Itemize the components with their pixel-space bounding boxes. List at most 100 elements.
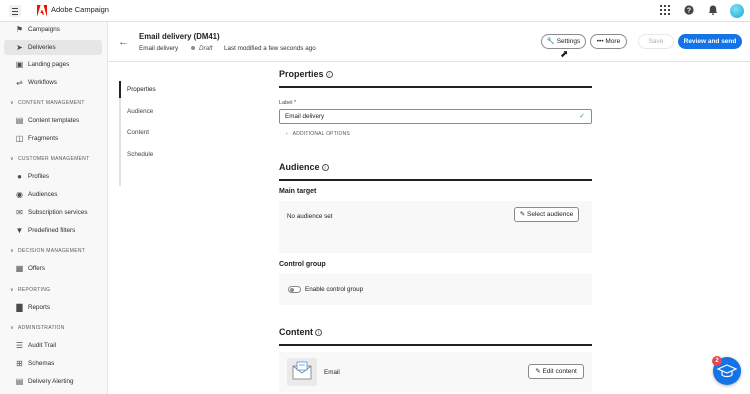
- notifications-icon[interactable]: [707, 5, 719, 17]
- control-group-heading: Control group: [279, 261, 326, 268]
- additional-options-toggle[interactable]: › ADDITIONAL OPTIONS: [286, 131, 350, 137]
- section-content-management[interactable]: ∨ CONTENT MANAGEMENT: [10, 99, 85, 107]
- email-envelope-icon: [287, 358, 317, 386]
- workflows-icon: ⇌: [16, 78, 23, 87]
- content-card: Email ✎ Edit content: [279, 352, 592, 392]
- campaigns-icon: ⚑: [15, 25, 24, 34]
- sidebar-item-workflows[interactable]: ⇌ Workflows: [4, 75, 102, 90]
- section-divider: [279, 179, 592, 181]
- step-navigation: Properties Audience Content Schedule: [119, 81, 179, 186]
- sidebar-item-offers[interactable]: ▦ Offers: [4, 261, 102, 276]
- control-group-toggle[interactable]: [288, 286, 301, 293]
- apps-grid-icon[interactable]: [659, 5, 671, 17]
- label-input[interactable]: Email delivery ✓: [279, 109, 592, 124]
- sidebar-item-predefined-filters[interactable]: ▼ Predefined filters: [4, 223, 102, 238]
- sidebar-item-label: Predefined filters: [28, 227, 76, 234]
- sidebar-item-audit-trail[interactable]: ☰ Audit Trail: [4, 338, 102, 353]
- schemas-icon: ⊞: [16, 359, 23, 368]
- back-arrow-icon[interactable]: ←: [118, 36, 129, 48]
- sidebar-item-profiles[interactable]: ● Profiles: [4, 169, 102, 184]
- settings-icon: 🔧: [546, 38, 555, 45]
- chevron-down-icon: ∨: [10, 248, 14, 254]
- section-reporting[interactable]: ∨ REPORTING: [10, 286, 50, 294]
- sidebar-item-label: Audiences: [28, 191, 58, 198]
- status-badge: Draft: [191, 45, 213, 52]
- last-modified: Last modified a few seconds ago: [224, 45, 316, 52]
- properties-title: Properties i: [279, 69, 333, 79]
- step-schedule[interactable]: Schedule: [127, 151, 153, 158]
- sidebar-item-label: Audit Trail: [28, 342, 56, 349]
- sidebar-item-label: Workflows: [28, 79, 57, 86]
- settings-button[interactable]: 🔧 Settings: [541, 34, 586, 49]
- help-icon[interactable]: ?: [683, 5, 695, 17]
- page-title: Email delivery (DM41): [139, 32, 220, 41]
- select-audience-icon: ✎: [519, 211, 526, 218]
- offers-icon: ▦: [15, 264, 24, 273]
- checkmark-icon: ✓: [579, 113, 585, 120]
- sidebar-item-deliveries[interactable]: ➤ Deliveries: [4, 40, 102, 55]
- sidebar-item-label: Delivery Alerting: [28, 378, 74, 385]
- chevron-down-icon: ∨: [10, 287, 14, 293]
- sidebar-item-label: Offers: [28, 265, 46, 272]
- sidebar-item-label: Fragments: [28, 135, 59, 142]
- save-button[interactable]: Save: [638, 34, 674, 49]
- sidebar-item-label: Campaigns: [28, 26, 60, 33]
- channel-label: Email: [324, 369, 340, 376]
- step-audience[interactable]: Audience: [127, 108, 153, 115]
- sidebar-item-audiences[interactable]: ◉ Audiences: [4, 187, 102, 202]
- sidebar-item-label: Subscription services: [28, 209, 88, 216]
- info-icon[interactable]: i: [315, 329, 322, 336]
- mouse-cursor-icon: ⬈: [560, 49, 569, 60]
- reports-icon: ▇: [16, 303, 23, 312]
- section-administration[interactable]: ∨ ADMINISTRATION: [10, 324, 65, 332]
- audience-title: Audience i: [279, 162, 329, 172]
- audit-trail-icon: ☰: [15, 341, 24, 350]
- sidebar-item-label: Reports: [28, 304, 51, 311]
- info-icon[interactable]: i: [321, 164, 329, 171]
- main-target-heading: Main target: [279, 188, 317, 195]
- main-target-card: No audience set ✎ Select audience: [279, 201, 592, 253]
- sidebar-item-fragments[interactable]: ◫ Fragments: [4, 131, 102, 146]
- avatar[interactable]: [730, 4, 744, 18]
- sidebar-item-campaigns[interactable]: ⚑ Campaigns: [4, 22, 102, 37]
- info-icon[interactable]: i: [325, 71, 333, 78]
- sidebar-item-content-templates[interactable]: ▤ Content templates: [4, 113, 102, 128]
- pencil-icon: ✎: [535, 368, 541, 375]
- app-name: Adobe Campaign: [51, 5, 109, 14]
- deliveries-icon: ➤: [16, 43, 23, 52]
- top-bar: Adobe Campaign ?: [0, 0, 750, 22]
- sidebar-item-label: Deliveries: [28, 44, 56, 51]
- select-audience-button[interactable]: ✎ Select audience: [514, 207, 579, 222]
- sidebar-item-reports[interactable]: ▇ Reports: [4, 300, 102, 315]
- sidebar-item-label: Profiles: [28, 173, 49, 180]
- chevron-down-icon: ∨: [10, 325, 14, 331]
- edit-content-button[interactable]: ✎ Edit content: [528, 364, 584, 379]
- section-decision-management[interactable]: ∨ DECISION MANAGEMENT: [10, 247, 85, 255]
- content-templates-icon: ▤: [15, 116, 24, 125]
- chevron-down-icon: ∨: [10, 156, 14, 162]
- more-button[interactable]: ••• More: [590, 34, 627, 49]
- main-panel: ← Email delivery (DM41) Email delivery D…: [107, 22, 750, 394]
- menu-icon[interactable]: [9, 5, 21, 17]
- sidebar-item-subscription-services[interactable]: ✉ Subscription services: [4, 205, 102, 220]
- adobe-logo: [37, 5, 47, 17]
- sidebar-item-schemas[interactable]: ⊞ Schemas: [4, 356, 102, 371]
- status-dot-icon: [191, 46, 195, 51]
- step-properties[interactable]: Properties: [127, 86, 156, 93]
- predefined-filters-icon: ▼: [15, 226, 24, 235]
- no-audience-text: No audience set: [287, 213, 333, 220]
- sidebar-item-label: Schemas: [28, 360, 55, 367]
- profiles-icon: ●: [17, 172, 22, 181]
- control-group-card: Enable control group: [279, 274, 592, 305]
- section-customer-management[interactable]: ∨ CUSTOMER MANAGEMENT: [10, 155, 89, 163]
- label-caption: Label *: [279, 100, 297, 106]
- section-divider: [279, 86, 592, 88]
- fragments-icon: ◫: [15, 134, 24, 143]
- review-and-send-button[interactable]: Review and send: [678, 34, 742, 49]
- step-content[interactable]: Content: [127, 129, 149, 136]
- sidebar-item-landing-pages[interactable]: ▣ Landing pages: [4, 57, 102, 72]
- delivery-type: Email delivery: [139, 45, 179, 52]
- sidebar-item-delivery-alerting[interactable]: ▤ Delivery Alerting: [4, 374, 102, 389]
- app-window: Adobe Campaign ? ⚑ Campaigns ➤ Deliverie…: [0, 0, 750, 394]
- delivery-alerting-icon: ▤: [15, 377, 24, 386]
